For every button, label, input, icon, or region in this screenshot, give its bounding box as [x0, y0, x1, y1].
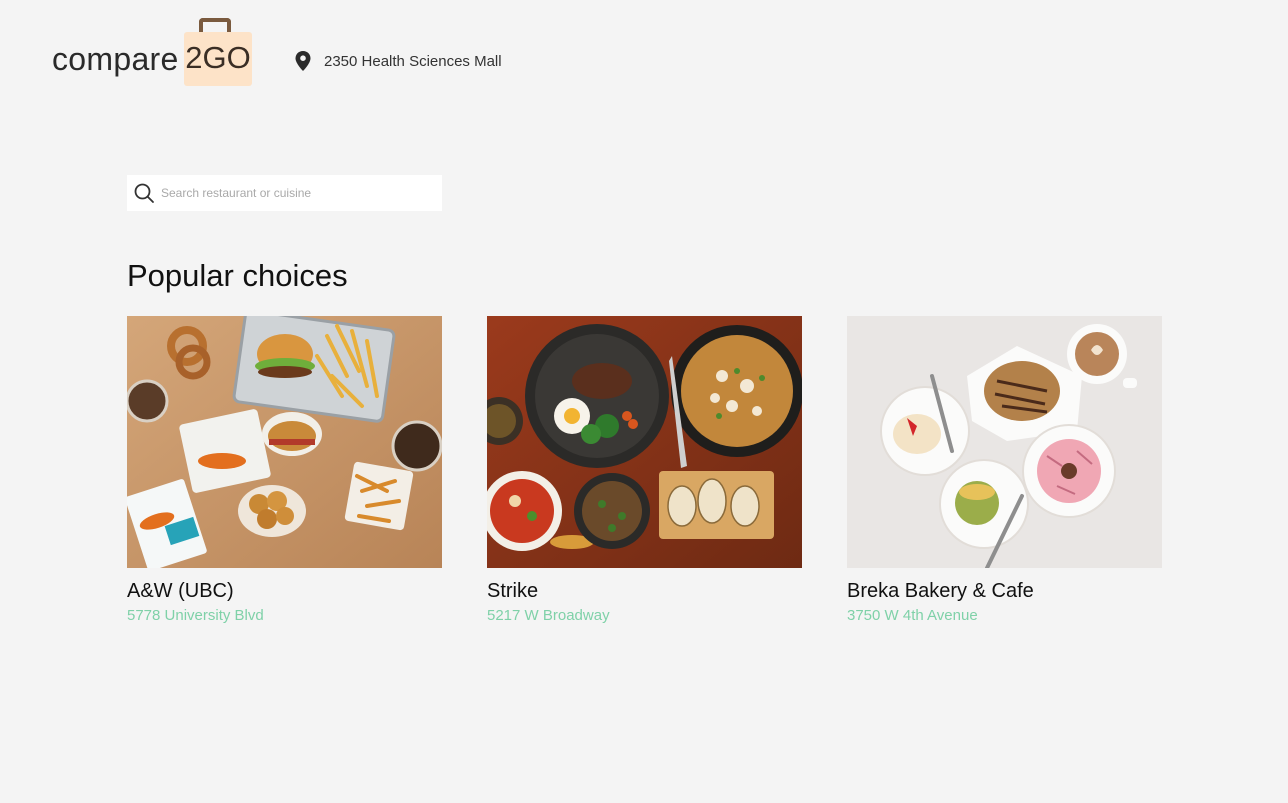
restaurant-card-strike[interactable]: Strike 5217 W Broadway [487, 316, 802, 624]
page: compare 2GO 2350 Health Sciences Mall Po… [0, 0, 1288, 803]
search-input[interactable] [161, 186, 442, 200]
restaurant-address: 5217 W Broadway [487, 607, 610, 624]
location-address: 2350 Health Sciences Mall [324, 52, 502, 70]
restaurant-card-aw[interactable]: A&W (UBC) 5778 University Blvd [127, 316, 442, 624]
restaurant-name[interactable]: Breka Bakery & Cafe [847, 580, 1162, 603]
restaurant-name[interactable]: Strike [487, 580, 802, 603]
search-bar[interactable] [127, 175, 442, 211]
strike-food-photo [487, 316, 802, 568]
section-title-popular: Popular choices [127, 258, 348, 293]
restaurant-photo[interactable] [847, 316, 1162, 568]
bag-handle-icon [199, 18, 231, 32]
aw-food-photo [127, 316, 442, 568]
logo-wordmark: compare [52, 41, 179, 77]
search-icon [134, 183, 154, 203]
map-pin-icon [295, 51, 311, 71]
restaurant-photo[interactable] [127, 316, 442, 568]
shopping-bag-icon: 2GO [184, 32, 252, 86]
restaurant-address: 5778 University Blvd [127, 607, 264, 624]
breka-food-photo [847, 316, 1162, 568]
location-selector[interactable]: 2350 Health Sciences Mall [294, 50, 502, 72]
restaurant-name[interactable]: A&W (UBC) [127, 580, 442, 603]
restaurant-card-breka[interactable]: Breka Bakery & Cafe 3750 W 4th Avenue [847, 316, 1162, 624]
logo-badge-text: 2GO [185, 40, 251, 75]
restaurant-address: 3750 W 4th Avenue [847, 607, 978, 624]
compare2go-logo[interactable]: compare 2GO [52, 18, 262, 86]
restaurant-photo[interactable] [487, 316, 802, 568]
